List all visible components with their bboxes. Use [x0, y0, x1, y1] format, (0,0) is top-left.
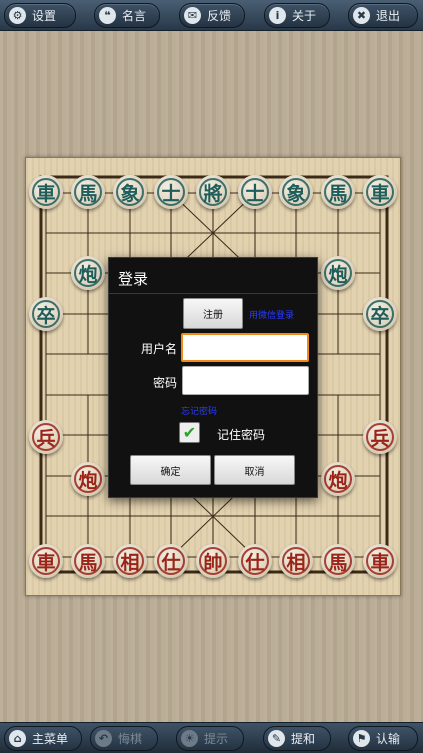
cancel-button[interactable]: 取消 [214, 455, 295, 485]
piece-red-soldier[interactable]: 兵 [29, 420, 63, 454]
login-dialog: 登录 注册 用微信登录 用户名 密码 忘记密码 ✔ 记住密码 确定 取消 [108, 257, 318, 498]
exit-button[interactable]: ✖ 退出 [348, 3, 418, 28]
quotes-button[interactable]: ❝ 名言 [94, 3, 160, 28]
offer-draw-button[interactable]: ✎ 提和 [263, 726, 331, 751]
username-input[interactable] [181, 333, 309, 362]
piece-red-elephant[interactable]: 相 [279, 544, 313, 578]
piece-black-soldier[interactable]: 卒 [363, 297, 397, 331]
piece-black-horse[interactable]: 馬 [321, 175, 355, 209]
piece-black-elephant[interactable]: 象 [113, 175, 147, 209]
top-toolbar: ⚙ 设置 ❝ 名言 ✉ 反馈 i 关于 ✖ 退出 [0, 0, 423, 31]
piece-red-advisor[interactable]: 仕 [154, 544, 188, 578]
exit-label: 退出 [376, 9, 401, 23]
resign-button[interactable]: ⚑ 认输 [348, 726, 418, 751]
wechat-login-link[interactable]: 用微信登录 [249, 308, 294, 321]
piece-red-cannon[interactable]: 炮 [321, 462, 355, 496]
piece-red-elephant[interactable]: 相 [113, 544, 147, 578]
checkmark-icon: ✔ [182, 423, 197, 442]
piece-red-general[interactable]: 帥 [196, 544, 230, 578]
piece-black-advisor[interactable]: 士 [154, 175, 188, 209]
bottom-toolbar: ⌂ 主菜单 ↶ 悔棋 ☀ 提示 ✎ 提和 ⚑ 认输 [0, 722, 423, 753]
dialog-divider [109, 293, 317, 294]
piece-red-cannon[interactable]: 炮 [71, 462, 105, 496]
home-icon: ⌂ [9, 730, 26, 747]
settings-label: 设置 [32, 9, 57, 23]
quotes-label: 名言 [122, 9, 147, 23]
pencil-icon: ✎ [268, 730, 285, 747]
remember-password-label: 记住密码 [217, 428, 266, 442]
piece-black-cannon[interactable]: 炮 [71, 256, 105, 290]
register-button[interactable]: 注册 [183, 298, 243, 329]
password-input[interactable] [182, 366, 309, 395]
info-icon: i [269, 7, 286, 24]
piece-red-soldier[interactable]: 兵 [363, 420, 397, 454]
feedback-button[interactable]: ✉ 反馈 [179, 3, 245, 28]
password-label: 密码 [152, 376, 177, 390]
undo-label: 悔棋 [118, 732, 143, 746]
piece-black-cannon[interactable]: 炮 [321, 256, 355, 290]
about-button[interactable]: i 关于 [264, 3, 330, 28]
piece-black-chariot[interactable]: 車 [363, 175, 397, 209]
close-icon: ✖ [353, 7, 370, 24]
bulb-icon: ☀ [181, 730, 198, 747]
forgot-password-link[interactable]: 忘记密码 [181, 404, 217, 417]
piece-red-advisor[interactable]: 仕 [238, 544, 272, 578]
about-label: 关于 [292, 9, 317, 23]
offer-draw-label: 提和 [291, 732, 316, 746]
undo-icon: ↶ [95, 730, 112, 747]
speech-bubble-icon: ❝ [99, 7, 116, 24]
gear-icon: ⚙ [9, 7, 26, 24]
resign-label: 认输 [376, 732, 401, 746]
piece-red-chariot[interactable]: 車 [29, 544, 63, 578]
undo-button[interactable]: ↶ 悔棋 [90, 726, 158, 751]
dialog-title: 登录 [118, 270, 149, 288]
confirm-button[interactable]: 确定 [130, 455, 211, 485]
piece-black-soldier[interactable]: 卒 [29, 297, 63, 331]
main-menu-button[interactable]: ⌂ 主菜单 [4, 726, 82, 751]
hint-button[interactable]: ☀ 提示 [176, 726, 244, 751]
settings-button[interactable]: ⚙ 设置 [4, 3, 76, 28]
flag-icon: ⚑ [353, 730, 370, 747]
mail-icon: ✉ [184, 7, 201, 24]
piece-black-elephant[interactable]: 象 [279, 175, 313, 209]
remember-password-checkbox[interactable]: ✔ [179, 422, 200, 443]
piece-red-chariot[interactable]: 車 [363, 544, 397, 578]
piece-black-general[interactable]: 將 [196, 175, 230, 209]
main-menu-label: 主菜单 [32, 732, 69, 746]
piece-red-horse[interactable]: 馬 [321, 544, 355, 578]
piece-black-horse[interactable]: 馬 [71, 175, 105, 209]
username-label: 用户名 [140, 342, 177, 356]
piece-red-horse[interactable]: 馬 [71, 544, 105, 578]
hint-label: 提示 [204, 732, 229, 746]
piece-black-advisor[interactable]: 士 [238, 175, 272, 209]
feedback-label: 反馈 [207, 9, 232, 23]
piece-black-chariot[interactable]: 車 [29, 175, 63, 209]
